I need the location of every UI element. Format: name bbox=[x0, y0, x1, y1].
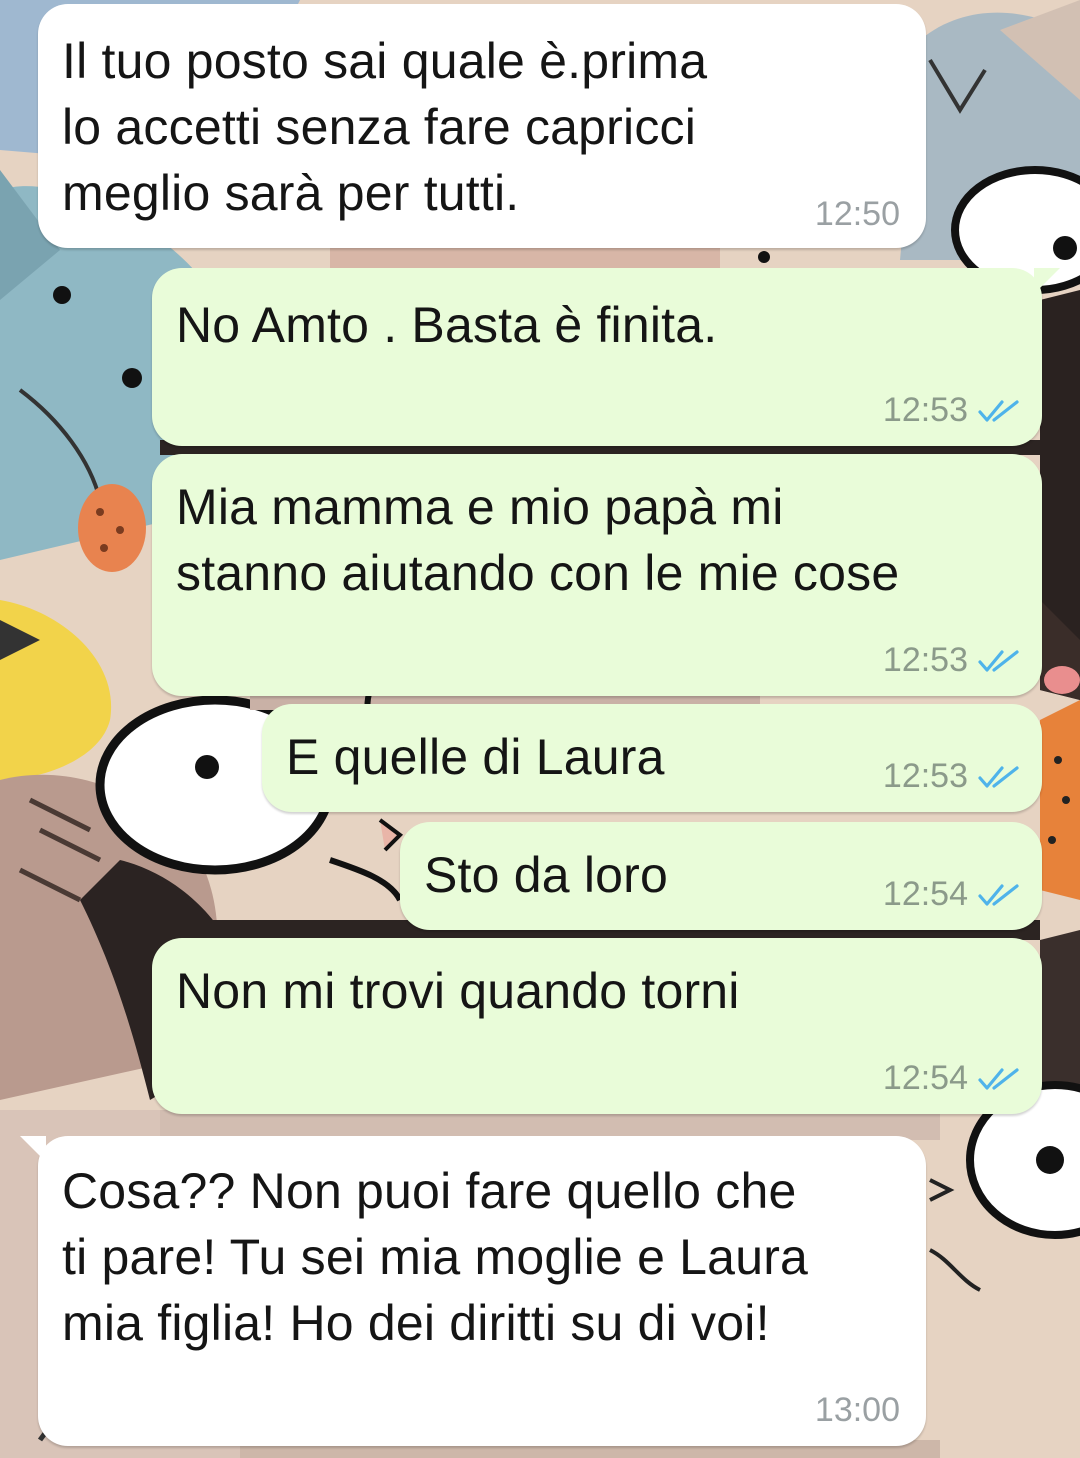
message-text: Cosa?? Non puoi fare quello che ti pare!… bbox=[62, 1163, 809, 1351]
message-text: E quelle di Laura bbox=[286, 729, 665, 785]
outgoing-message[interactable]: Mia mamma e mio papà mi stanno aiutando … bbox=[152, 454, 1042, 696]
message-meta: 12:54 bbox=[883, 1059, 1020, 1098]
message-time: 12:50 bbox=[814, 195, 900, 233]
outgoing-message[interactable]: Non mi trovi quando torni 12:54 bbox=[152, 938, 1042, 1114]
bubble-tail bbox=[1034, 268, 1060, 294]
double-check-icon bbox=[978, 765, 1019, 788]
message-time: 12:53 bbox=[882, 757, 968, 795]
message-time: 12:53 bbox=[882, 391, 968, 429]
message-time: 12:53 bbox=[882, 641, 968, 679]
double-check-icon bbox=[978, 883, 1019, 906]
message-text: No Amto . Basta è finita. bbox=[176, 297, 718, 353]
message-time: 13:00 bbox=[814, 1391, 900, 1429]
bubble-tail bbox=[20, 1136, 46, 1162]
double-check-icon bbox=[978, 399, 1019, 422]
incoming-message[interactable]: Il tuo posto sai quale è.prima lo accett… bbox=[38, 4, 926, 248]
outgoing-message[interactable]: E quelle di Laura 12:53 bbox=[262, 704, 1042, 812]
message-meta: 12:53 bbox=[883, 391, 1020, 430]
message-text: Sto da loro bbox=[424, 847, 669, 903]
outgoing-message[interactable]: Sto da loro 12:54 bbox=[400, 822, 1042, 930]
message-text: Non mi trovi quando torni bbox=[176, 963, 740, 1019]
message-time: 12:54 bbox=[882, 1059, 968, 1097]
double-check-icon bbox=[978, 649, 1019, 672]
message-text: Il tuo posto sai quale è.prima lo accett… bbox=[62, 33, 708, 221]
incoming-message[interactable]: Cosa?? Non puoi fare quello che ti pare!… bbox=[20, 1136, 926, 1446]
outgoing-message[interactable]: No Amto . Basta è finita. 12:53 bbox=[152, 268, 1060, 446]
message-meta: 12:53 bbox=[883, 641, 1020, 680]
message-text: Mia mamma e mio papà mi stanno aiutando … bbox=[176, 479, 900, 601]
message-time: 12:54 bbox=[882, 875, 968, 913]
double-check-icon bbox=[978, 1067, 1019, 1090]
message-meta: 12:54 bbox=[883, 875, 1020, 914]
message-meta: 12:53 bbox=[883, 757, 1020, 796]
